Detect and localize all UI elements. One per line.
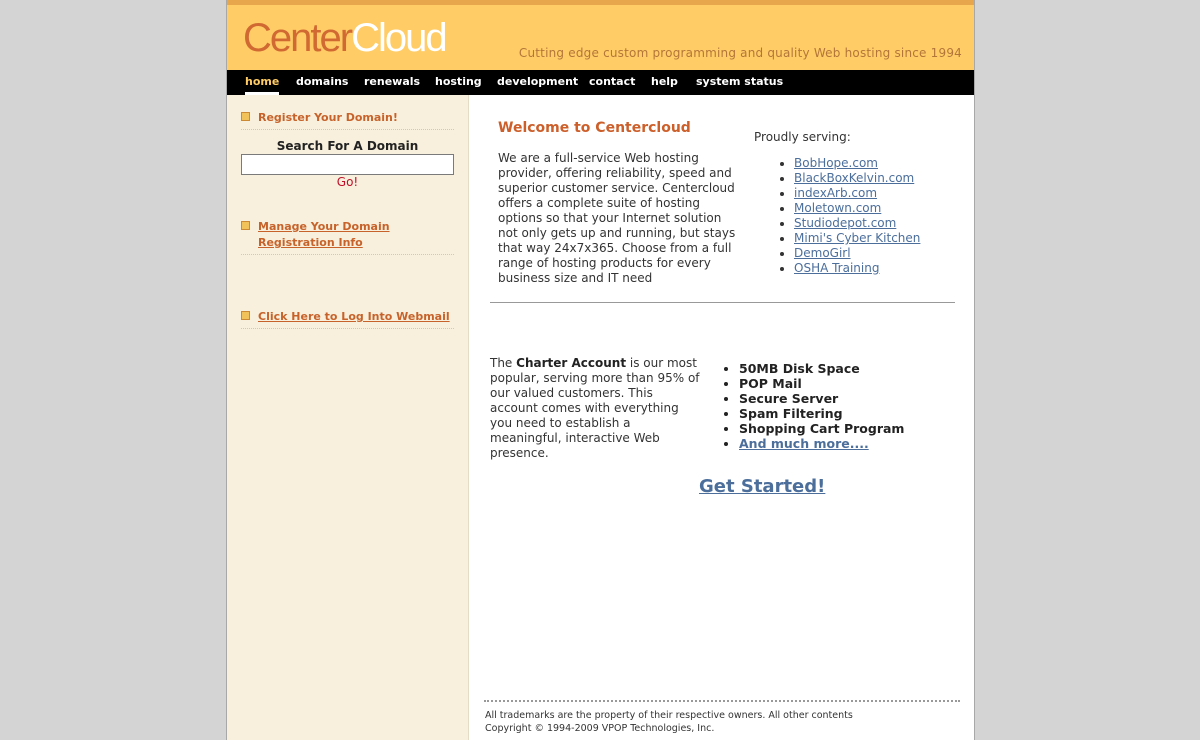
nav-system-status[interactable]: system status	[696, 70, 783, 95]
client-link[interactable]: Studiodepot.com	[794, 216, 896, 230]
more-features-link[interactable]: And much more....	[739, 436, 869, 451]
client-link[interactable]: BobHope.com	[794, 156, 878, 170]
client-link[interactable]: indexArb.com	[794, 186, 877, 200]
footer: All trademarks are the property of their…	[485, 709, 965, 735]
welcome-text: We are a full-service Web hosting provid…	[498, 151, 736, 285]
page: CenterCloud Cutting edge custom programm…	[226, 0, 975, 740]
welcome-title: Welcome to Centercloud	[498, 120, 691, 136]
feature-item: Secure Server	[739, 391, 904, 406]
list-item: DemoGirl	[794, 246, 920, 261]
nav-help[interactable]: help	[651, 70, 678, 95]
client-link[interactable]: OSHA Training	[794, 261, 879, 275]
feature-item: 50MB Disk Space	[739, 361, 904, 376]
client-link[interactable]: Moletown.com	[794, 201, 881, 215]
nav-hosting[interactable]: hosting	[435, 70, 482, 95]
search-title: Search For A Domain	[276, 139, 419, 153]
tagline: Cutting edge custom programming and qual…	[518, 46, 962, 60]
manage-link-line2: Registration Info	[258, 236, 363, 249]
square-bullet-icon	[241, 311, 250, 320]
list-item: Studiodepot.com	[794, 216, 920, 231]
webmail-block: Click Here to Log Into Webmail	[241, 309, 454, 329]
square-bullet-icon	[241, 112, 250, 121]
list-item: BlackBoxKelvin.com	[794, 171, 920, 186]
charter-intro: The	[490, 356, 517, 370]
client-link[interactable]: Mimi's Cyber Kitchen	[794, 231, 920, 245]
feature-item: POP Mail	[739, 376, 904, 391]
sidebar: Register Your Domain! Search For A Domai…	[227, 95, 469, 740]
nav-home[interactable]: home	[245, 70, 280, 95]
feature-item: Spam Filtering	[739, 406, 904, 421]
list-item: BobHope.com	[794, 156, 920, 171]
main-nav: home domains renewals hosting developmen…	[227, 70, 974, 95]
square-bullet-icon	[241, 221, 250, 230]
site-header: CenterCloud Cutting edge custom programm…	[227, 0, 974, 70]
list-item: indexArb.com	[794, 186, 920, 201]
client-link[interactable]: DemoGirl	[794, 246, 851, 260]
nav-domains[interactable]: domains	[296, 70, 348, 95]
list-item: Mimi's Cyber Kitchen	[794, 231, 920, 246]
logo-part-cloud: Cloud	[351, 16, 448, 60]
nav-contact[interactable]: contact	[589, 70, 635, 95]
logo[interactable]: CenterCloud	[243, 14, 448, 62]
footer-trademarks: All trademarks are the property of their…	[485, 710, 853, 721]
section-divider	[490, 302, 955, 303]
list-item: Moletown.com	[794, 201, 920, 216]
footer-copyright: Copyright © 1994-2009 VPOP Technologies,…	[485, 723, 715, 734]
nav-development[interactable]: development	[497, 70, 578, 95]
feature-list: 50MB Disk Space POP Mail Secure Server S…	[723, 361, 904, 451]
logo-part-center: Center	[243, 16, 353, 60]
domain-search-input[interactable]	[241, 154, 454, 175]
serving-title: Proudly serving:	[754, 130, 851, 144]
client-list: BobHope.com BlackBoxKelvin.com indexArb.…	[754, 156, 920, 276]
nav-renewals[interactable]: renewals	[364, 70, 420, 95]
feature-item: Shopping Cart Program	[739, 421, 904, 436]
register-block: Register Your Domain!	[241, 110, 454, 130]
manage-domain-link[interactable]: Manage Your Domain Registration Info	[258, 219, 454, 251]
go-button[interactable]: Go!	[241, 175, 454, 189]
charter-description: The Charter Account is our most popular,…	[490, 356, 702, 461]
webmail-link[interactable]: Click Here to Log Into Webmail	[258, 309, 454, 325]
footer-divider	[484, 700, 960, 702]
register-domain-link[interactable]: Register Your Domain!	[258, 110, 454, 126]
get-started-link[interactable]: Get Started!	[699, 476, 825, 497]
manage-block: Manage Your Domain Registration Info	[241, 219, 454, 255]
charter-rest: is our most popular, serving more than 9…	[490, 356, 700, 460]
manage-link-line1: Manage Your Domain	[258, 220, 390, 233]
client-link[interactable]: BlackBoxKelvin.com	[794, 171, 914, 185]
list-item: OSHA Training	[794, 261, 920, 276]
feature-item: And much more....	[739, 436, 904, 451]
charter-account-name: Charter Account	[516, 356, 627, 370]
